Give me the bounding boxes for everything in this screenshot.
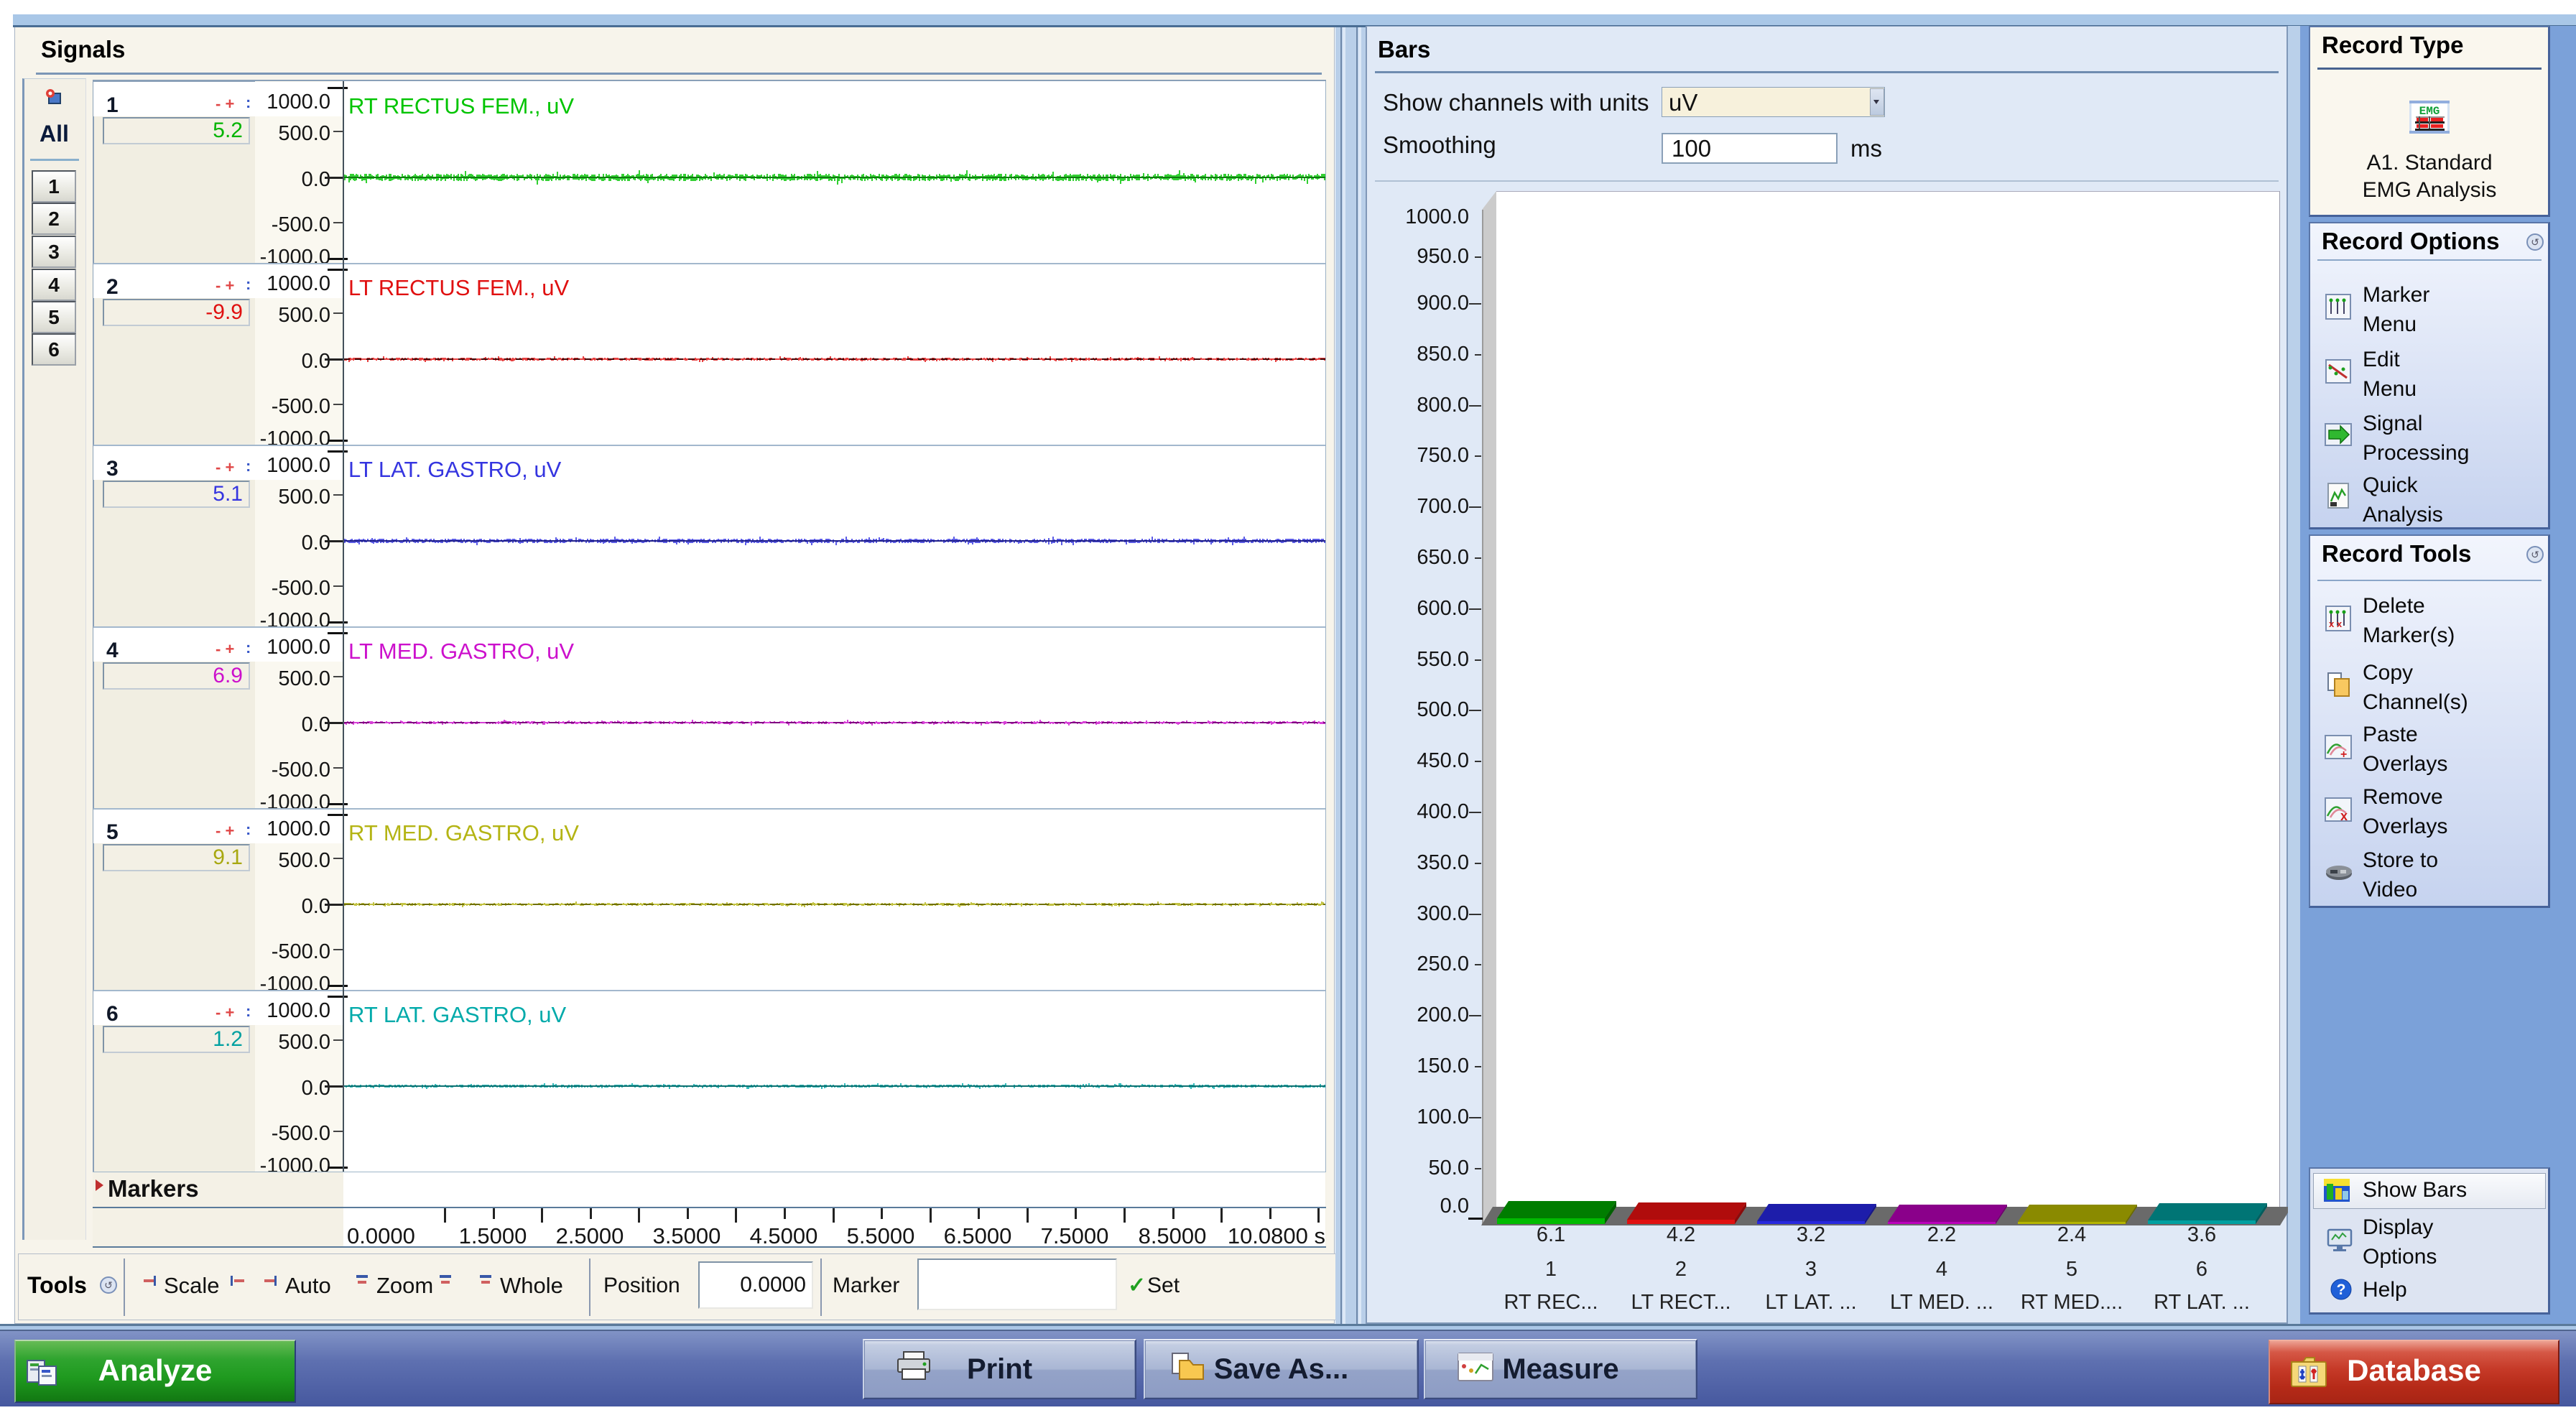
svg-text:x: x bbox=[2340, 809, 2348, 822]
svg-text:EMG: EMG bbox=[2419, 105, 2440, 118]
svg-text:?: ? bbox=[2337, 1281, 2346, 1298]
svg-text:↺: ↺ bbox=[2531, 549, 2539, 560]
svg-text:↺: ↺ bbox=[104, 1279, 113, 1291]
svg-text:↺: ↺ bbox=[2531, 236, 2539, 248]
svg-text:+: + bbox=[2340, 748, 2347, 759]
svg-text:x x: x x bbox=[2329, 618, 2343, 629]
